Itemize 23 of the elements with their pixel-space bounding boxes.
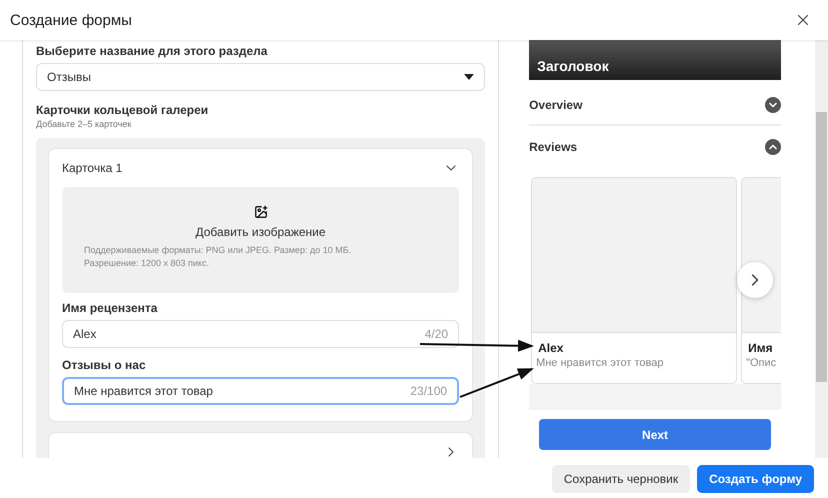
section-hint: Добавьте 2–5 карточек <box>36 119 132 129</box>
text-field[interactable]: Мне нравится этот товар 23/100 <box>62 377 460 405</box>
image-upload-area[interactable]: Добавить изображение Поддерживаемые форматы: PNG или JPEG. Размер: до 10 МБ. Разрешение: 1200 x 803 пикс. <box>62 187 460 293</box>
text-field[interactable]: Alex 4/20 <box>62 320 460 348</box>
accordion-header[interactable]: Overview <box>529 85 782 126</box>
review-text: "Опис <box>745 357 778 369</box>
section-dropdown[interactable]: Отзывы <box>36 63 486 91</box>
section-title: Карточки кольцевой галереи <box>36 103 210 117</box>
create-button[interactable]: Создать форму <box>697 465 814 493</box>
reviewer-name: Имя <box>747 340 774 357</box>
save-draft-button[interactable]: Сохранить черновик <box>552 465 690 493</box>
field-label: Выберите название для этого раздела <box>36 44 268 58</box>
reviewer-name: Alex <box>537 340 564 357</box>
review-text: Мне нравится этот товар <box>535 357 664 369</box>
next-button[interactable]: Next <box>539 419 772 450</box>
preview-title: Заголовок <box>537 58 609 74</box>
upload-label: Добавить изображение <box>196 225 326 239</box>
card-title: Карточка 1 <box>62 161 122 175</box>
field-label: Отзывы о нас <box>62 358 147 372</box>
window-title: Создание формы <box>10 12 132 28</box>
accordion-header[interactable]: Reviews <box>529 126 782 167</box>
upload-hint: Поддерживаемые форматы: PNG или JPEG. Размер: до 10 МБ. Разрешение: 1200 x 803 пикс. <box>84 244 352 270</box>
field-label: Имя рецензента <box>62 301 158 315</box>
